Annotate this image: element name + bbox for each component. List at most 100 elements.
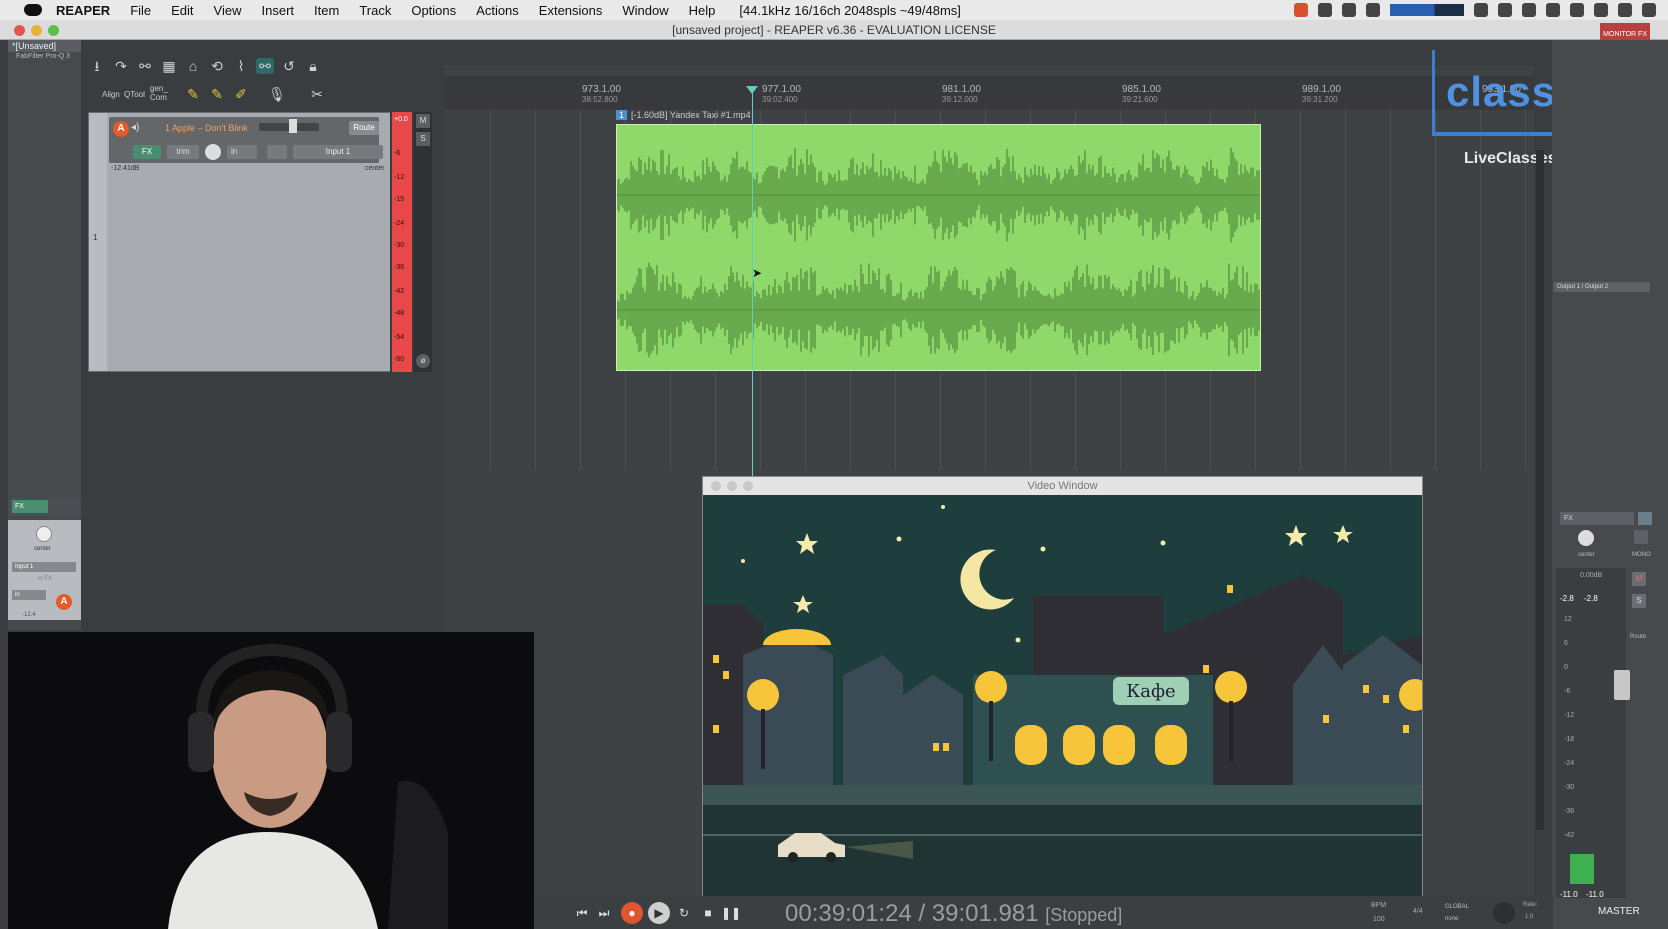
- menu-options[interactable]: Options: [411, 3, 456, 18]
- grid-icon[interactable]: ▦: [160, 58, 178, 74]
- strip-input-select[interactable]: Input 1: [12, 562, 76, 572]
- time-machine-icon[interactable]: [1522, 3, 1536, 17]
- ripple-icon[interactable]: ⟲: [208, 58, 226, 74]
- playhead[interactable]: [752, 86, 753, 486]
- link-icon[interactable]: ⚯: [136, 58, 154, 74]
- metronome-icon[interactable]: ⌂: [184, 58, 202, 74]
- master-fx-bypass[interactable]: [1638, 512, 1652, 525]
- master-fx-button[interactable]: FX: [1560, 512, 1634, 525]
- video-zoom-button[interactable]: [743, 481, 753, 491]
- microphone-icon[interactable]: 🎙︎: [268, 86, 286, 102]
- volume-fader-handle[interactable]: [289, 119, 297, 133]
- tuning-icon[interactable]: ✂: [308, 86, 326, 102]
- video-window[interactable]: Video Window Кафе: [702, 476, 1423, 900]
- plugin-tab[interactable]: FabFilter Pro-Q 3: [8, 53, 81, 63]
- vertical-scrollbar[interactable]: [1536, 150, 1544, 830]
- go-to-start-button[interactable]: ⏮: [573, 905, 591, 921]
- trim-button[interactable]: trim: [167, 145, 199, 159]
- pause-button[interactable]: ❚❚: [721, 905, 741, 921]
- bpm-value[interactable]: 100: [1373, 916, 1385, 923]
- global-automation-mode[interactable]: none: [1445, 916, 1458, 922]
- menu-item[interactable]: Item: [314, 3, 339, 18]
- rate-value[interactable]: 1.0: [1525, 914, 1533, 920]
- broadcast-icon[interactable]: [1366, 3, 1380, 17]
- loop-icon[interactable]: ↺: [280, 58, 298, 74]
- tools-icon[interactable]: ✐: [232, 86, 250, 102]
- route-button[interactable]: Route: [349, 121, 379, 135]
- solo-button[interactable]: S: [416, 132, 430, 146]
- zoom-window-button[interactable]: [48, 25, 59, 36]
- mute-button[interactable]: M: [416, 114, 430, 128]
- video-window-titlebar[interactable]: Video Window: [703, 477, 1422, 495]
- redo-icon[interactable]: ↷: [112, 58, 130, 74]
- record-monitor-button[interactable]: in: [227, 145, 257, 159]
- repeat-button[interactable]: ↻: [675, 905, 693, 921]
- speaker-icon[interactable]: ◂): [131, 122, 139, 133]
- video-minimize-button[interactable]: [727, 481, 737, 491]
- record-button[interactable]: ●: [621, 902, 643, 924]
- stop-button[interactable]: ■: [699, 905, 717, 921]
- automation-badge[interactable]: A: [113, 121, 129, 137]
- menu-extensions[interactable]: Extensions: [539, 3, 603, 18]
- time-signature[interactable]: 4/4: [1413, 908, 1423, 915]
- video-close-button[interactable]: [711, 481, 721, 491]
- menu-file[interactable]: File: [130, 3, 151, 18]
- strip-in-button[interactable]: in: [12, 590, 46, 600]
- master-route-button[interactable]: Route: [1630, 634, 1646, 640]
- timeline-ruler[interactable]: 973.1.00 38:52.800 977.1.00 39:02.400 981.…: [444, 76, 1534, 110]
- menu-actions[interactable]: Actions: [476, 3, 519, 18]
- menu-help[interactable]: Help: [689, 3, 716, 18]
- go-to-end-button[interactable]: ⏭: [595, 905, 613, 921]
- playhead-marker[interactable]: [746, 86, 758, 94]
- time-display[interactable]: 00:39:01:24 / 39:01.981 [Stopped]: [785, 900, 1122, 928]
- notification-icon[interactable]: [1642, 3, 1656, 17]
- pan-knob[interactable]: [205, 144, 221, 160]
- qtool-button[interactable]: QTool: [124, 90, 145, 99]
- strip-fx-button[interactable]: FX: [12, 500, 48, 513]
- master-output[interactable]: Output 1 / Output 2: [1554, 282, 1650, 292]
- volume-icon[interactable]: [1618, 3, 1632, 17]
- phase-button[interactable]: ø: [416, 354, 430, 368]
- master-mute-button[interactable]: M: [1632, 572, 1646, 586]
- app-menu[interactable]: REAPER: [56, 3, 110, 18]
- script-icon[interactable]: ✎: [184, 86, 202, 102]
- input-select[interactable]: Input 1: [293, 145, 383, 159]
- record-tray-icon[interactable]: [1318, 3, 1332, 17]
- track-header[interactable]: A ◂) 1 Apple – Don't Blink Route FX trim…: [109, 117, 383, 163]
- network-icon[interactable]: [1546, 3, 1560, 17]
- keyboard-icon[interactable]: [1594, 3, 1608, 17]
- master-mono-icon[interactable]: [1634, 530, 1648, 544]
- battery-icon[interactable]: [1498, 3, 1512, 17]
- spotlight-icon[interactable]: [1570, 3, 1584, 17]
- master-solo-button[interactable]: S: [1632, 594, 1646, 608]
- menu-insert[interactable]: Insert: [262, 3, 295, 18]
- envelope-icon[interactable]: ⌇: [232, 58, 250, 74]
- menu-track[interactable]: Track: [359, 3, 391, 18]
- close-window-button[interactable]: [14, 25, 25, 36]
- cloud-icon[interactable]: [1342, 3, 1356, 17]
- strip-automation-badge[interactable]: A: [56, 594, 72, 610]
- menu-window[interactable]: Window: [622, 3, 668, 18]
- gen-com-button[interactable]: gen_ Com: [150, 84, 168, 102]
- rate-knob[interactable]: [1493, 902, 1515, 924]
- strip-pan-knob[interactable]: [36, 526, 52, 542]
- fx-button[interactable]: FX: [133, 145, 161, 159]
- save-icon[interactable]: ⭳: [88, 58, 106, 74]
- snap-icon[interactable]: ⚯: [256, 58, 274, 74]
- track-name[interactable]: 1 Apple – Don't Blink: [165, 123, 248, 133]
- lock-icon[interactable]: 🔒︎: [304, 58, 322, 74]
- media-item[interactable]: [616, 124, 1261, 371]
- play-button[interactable]: ▶: [648, 902, 670, 924]
- master-fader[interactable]: [1614, 670, 1630, 700]
- edit-script-icon[interactable]: ✎: [208, 86, 226, 102]
- cpu-meter[interactable]: [1390, 4, 1464, 16]
- master-pan-knob[interactable]: [1578, 530, 1594, 546]
- minimize-window-button[interactable]: [31, 25, 42, 36]
- app-tray-icon[interactable]: [1294, 3, 1308, 17]
- align-button[interactable]: Align: [102, 90, 120, 99]
- menu-edit[interactable]: Edit: [171, 3, 193, 18]
- input-fx-button[interactable]: [267, 145, 287, 159]
- project-tab[interactable]: *[Unsaved]: [8, 40, 81, 52]
- menu-view[interactable]: View: [214, 3, 242, 18]
- monitor-icon[interactable]: [1474, 3, 1488, 17]
